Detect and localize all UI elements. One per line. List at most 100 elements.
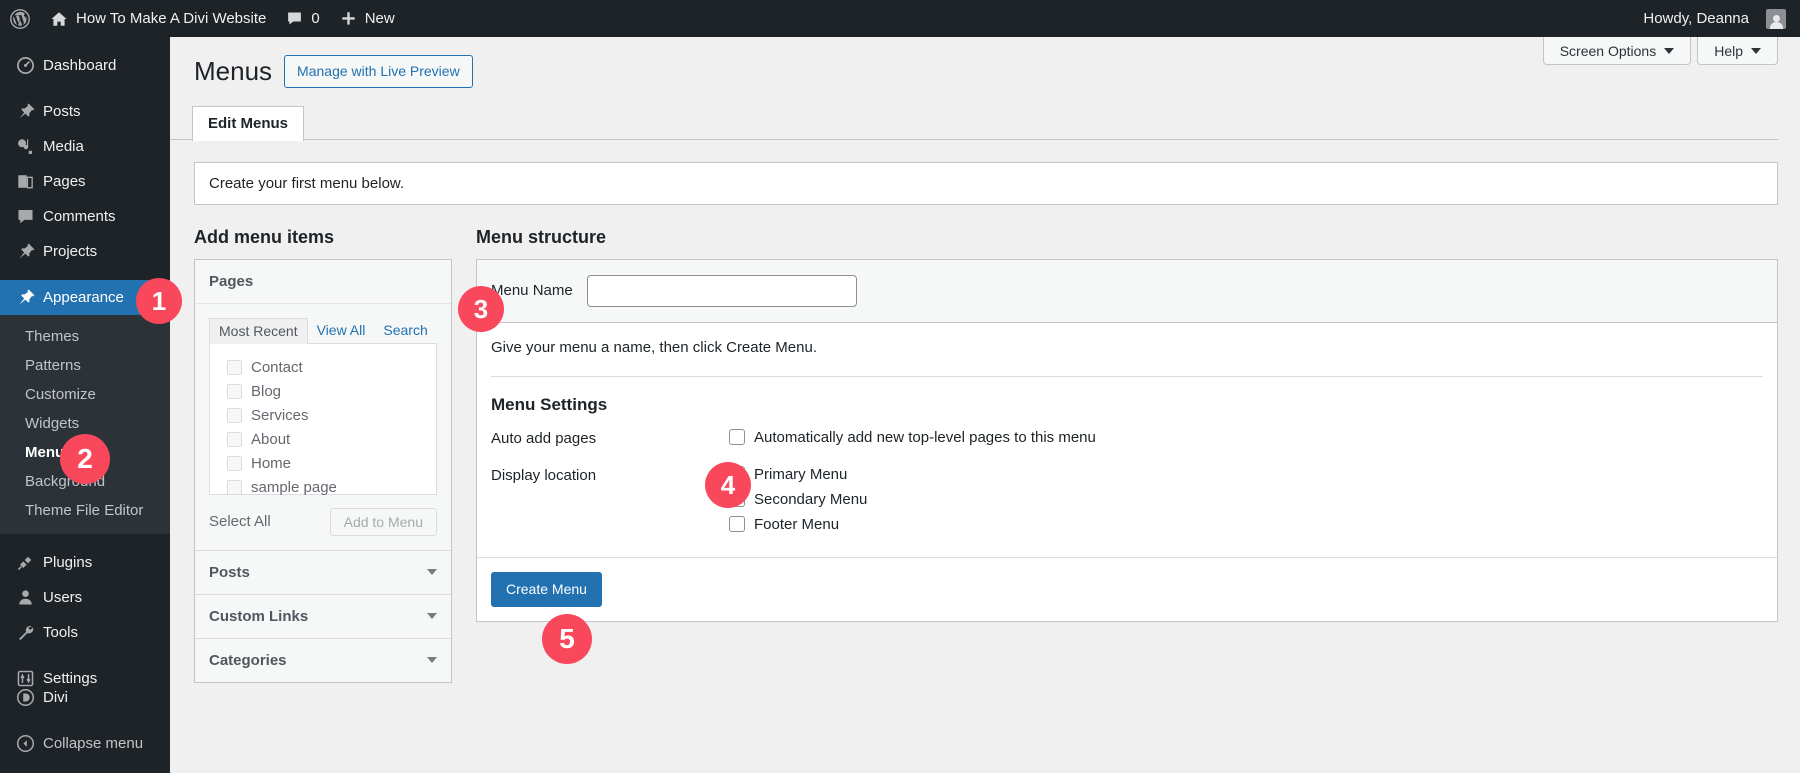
menu-structure-body: Give your menu a name, then click Create… bbox=[477, 323, 1777, 557]
menu-structure-panel: Menu Name Give your menu a name, then cl… bbox=[476, 259, 1778, 623]
auto-add-pages-row: Auto add pages Automatically add new top… bbox=[491, 429, 1763, 454]
checkbox-icon[interactable] bbox=[227, 360, 242, 375]
pages-metabox-body: Most Recent View All Search Contact Blog bbox=[195, 304, 451, 495]
menu-structure-footer: Create Menu bbox=[477, 557, 1777, 622]
add-menu-items-column: Add menu items Pages Most Recent View Al… bbox=[194, 227, 452, 683]
sidebar-subitem-patterns[interactable]: Patterns bbox=[0, 351, 170, 380]
checkbox-icon[interactable] bbox=[227, 384, 242, 399]
sidebar-item-divi[interactable]: Divi bbox=[0, 680, 170, 715]
sidebar-subitem-customize[interactable]: Customize bbox=[0, 380, 170, 409]
sidebar-menu: Dashboard Posts Media Pages Commen bbox=[0, 37, 170, 696]
comments-button[interactable]: 0 bbox=[276, 0, 329, 37]
posts-accordion[interactable]: Posts bbox=[195, 550, 451, 594]
sidebar-item-pages[interactable]: Pages bbox=[0, 164, 170, 199]
menu-name-input[interactable] bbox=[587, 275, 857, 307]
list-item[interactable]: Home bbox=[220, 452, 426, 476]
pages-metabox: Pages Most Recent View All Search Contac… bbox=[194, 259, 452, 683]
comment-bubble-icon bbox=[286, 10, 303, 27]
checkbox-icon[interactable] bbox=[729, 429, 745, 445]
list-item[interactable]: Services bbox=[220, 404, 426, 428]
collapse-menu-button[interactable]: Collapse menu bbox=[0, 726, 170, 761]
screen-meta-links: Screen Options Help bbox=[1537, 37, 1778, 65]
display-location-row: Display location Primary Menu Secondary … bbox=[491, 466, 1763, 541]
page-label: sample page bbox=[251, 479, 337, 496]
pages-metabox-header[interactable]: Pages bbox=[195, 260, 451, 304]
sidebar-item-media[interactable]: Media bbox=[0, 129, 170, 164]
notice-text: Create your first menu below. bbox=[209, 175, 404, 192]
site-name-button[interactable]: How To Make A Divi Website bbox=[40, 0, 276, 37]
callout-badge-4: 4 bbox=[705, 462, 751, 508]
sidebar-item-label: Media bbox=[43, 138, 84, 155]
sidebar-item-tools[interactable]: Tools bbox=[0, 615, 170, 650]
auto-add-pages-checkbox-row[interactable]: Automatically add new top-level pages to… bbox=[729, 429, 1763, 446]
custom-links-accordion-title: Custom Links bbox=[209, 608, 308, 625]
pages-icon bbox=[13, 172, 37, 191]
sidebar-item-label: Users bbox=[43, 589, 82, 606]
pin-icon bbox=[13, 102, 37, 121]
page-label: Home bbox=[251, 455, 291, 472]
help-button[interactable]: Help bbox=[1697, 37, 1778, 65]
wrench-icon bbox=[13, 623, 37, 642]
help-label: Help bbox=[1714, 43, 1743, 59]
sidebar-item-label: Projects bbox=[43, 243, 97, 260]
my-account-button[interactable]: Howdy, Deanna bbox=[1633, 0, 1786, 37]
manage-with-live-preview-button[interactable]: Manage with Live Preview bbox=[284, 55, 473, 88]
custom-links-accordion[interactable]: Custom Links bbox=[195, 594, 451, 638]
sidebar-item-comments[interactable]: Comments bbox=[0, 199, 170, 234]
list-item[interactable]: Contact bbox=[220, 356, 426, 380]
chevron-down-icon bbox=[427, 613, 437, 619]
checkbox-icon[interactable] bbox=[729, 516, 745, 532]
sidebar-item-label: Appearance bbox=[43, 289, 124, 306]
plugin-icon bbox=[13, 553, 37, 572]
new-content-button[interactable]: New bbox=[330, 0, 405, 37]
sidebar-subitem-theme-file-editor[interactable]: Theme File Editor bbox=[0, 496, 170, 525]
list-item[interactable]: About bbox=[220, 428, 426, 452]
wordpress-logo-icon bbox=[10, 9, 30, 29]
create-menu-button[interactable]: Create Menu bbox=[491, 572, 602, 608]
menu-structure-column: Menu structure Menu Name Give your menu … bbox=[476, 227, 1778, 683]
divi-icon bbox=[13, 688, 37, 707]
user-avatar-icon bbox=[1766, 9, 1786, 29]
categories-accordion[interactable]: Categories bbox=[195, 638, 451, 682]
tab-most-recent[interactable]: Most Recent bbox=[209, 318, 308, 344]
auto-add-pages-label: Auto add pages bbox=[491, 429, 729, 447]
location-footer-menu-row[interactable]: Footer Menu bbox=[729, 516, 1763, 533]
sidebar-item-label: Plugins bbox=[43, 554, 92, 571]
site-name-label: How To Make A Divi Website bbox=[76, 10, 266, 27]
menu-structure-hint: Give your menu a name, then click Create… bbox=[491, 339, 1763, 356]
chevron-down-icon bbox=[427, 569, 437, 575]
list-item[interactable]: Blog bbox=[220, 380, 426, 404]
location-label: Footer Menu bbox=[754, 516, 839, 533]
sidebar-item-label: Tools bbox=[43, 624, 78, 641]
page-title: Menus bbox=[194, 55, 272, 89]
tab-search[interactable]: Search bbox=[374, 318, 436, 343]
sidebar-item-label: Pages bbox=[43, 173, 86, 190]
menu-structure-heading: Menu structure bbox=[476, 227, 1778, 248]
sidebar-item-users[interactable]: Users bbox=[0, 580, 170, 615]
location-secondary-menu-row[interactable]: Secondary Menu bbox=[729, 491, 1763, 508]
checkbox-icon[interactable] bbox=[227, 432, 242, 447]
sidebar-item-dashboard[interactable]: Dashboard bbox=[0, 48, 170, 83]
sidebar-item-label: Comments bbox=[43, 208, 116, 225]
sidebar-item-posts[interactable]: Posts bbox=[0, 94, 170, 129]
add-to-menu-button[interactable]: Add to Menu bbox=[330, 508, 437, 536]
checkbox-icon[interactable] bbox=[227, 456, 242, 471]
checkbox-icon[interactable] bbox=[227, 480, 242, 495]
page-label: Blog bbox=[251, 383, 281, 400]
page-label: About bbox=[251, 431, 290, 448]
select-all-link[interactable]: Select All bbox=[209, 513, 271, 530]
sidebar-item-label: Divi bbox=[43, 689, 68, 706]
tab-edit-menus[interactable]: Edit Menus bbox=[192, 106, 304, 141]
location-primary-menu-row[interactable]: Primary Menu bbox=[729, 466, 1763, 483]
sidebar-item-plugins[interactable]: Plugins bbox=[0, 545, 170, 580]
sidebar-item-projects[interactable]: Projects bbox=[0, 234, 170, 269]
tab-view-all[interactable]: View All bbox=[308, 318, 375, 343]
sidebar-subitem-themes[interactable]: Themes bbox=[0, 322, 170, 351]
wordpress-logo-button[interactable] bbox=[0, 0, 40, 37]
pages-checklist-panel: Contact Blog Services About bbox=[209, 344, 437, 495]
plus-icon bbox=[340, 10, 357, 27]
checkbox-icon[interactable] bbox=[227, 408, 242, 423]
comments-count: 0 bbox=[311, 10, 319, 27]
screen-options-button[interactable]: Screen Options bbox=[1543, 37, 1692, 65]
nav-tab-wrapper: Edit Menus bbox=[170, 89, 1778, 140]
